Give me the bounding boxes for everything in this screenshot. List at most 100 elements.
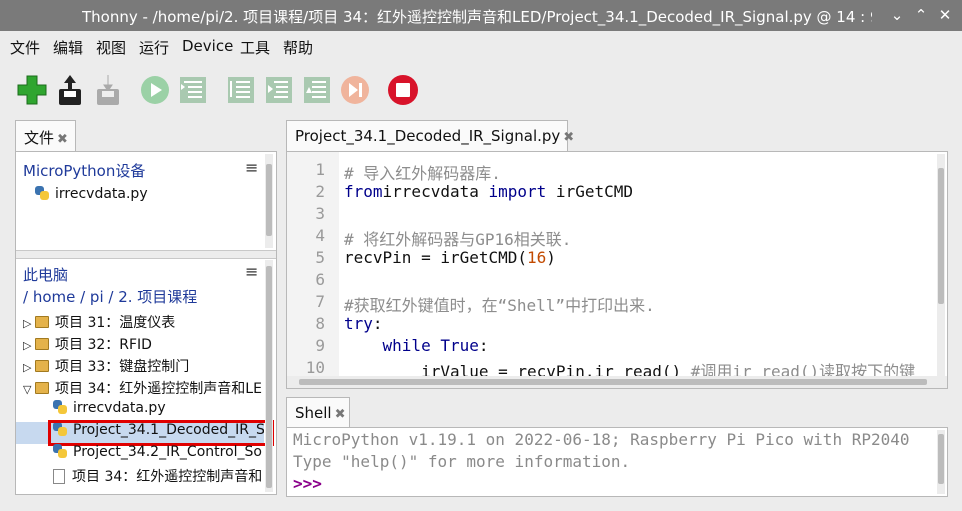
expand-icon[interactable]: ▷ [23,317,35,330]
expand-icon[interactable]: ▷ [23,339,35,352]
maximize-icon[interactable]: ⌃ [910,4,932,26]
tree-item-label: 项目 32：RFID [55,337,152,353]
tree-folder-item[interactable]: ▷ 项目 31：温度仪表 [23,312,263,334]
local-scrollbar[interactable] [265,260,273,492]
code-line[interactable]: try: [344,314,383,333]
code-token: from [344,182,383,201]
line-number: 2 [315,182,325,201]
tab-editor-file[interactable]: Project_34.1_Decoded_IR_Signal.py ✖ [286,120,574,151]
debug-icon[interactable] [176,73,210,107]
micropython-device-title: MicroPython设备 [23,162,146,180]
tree-item-label: 项目 31：温度仪表 [55,315,176,331]
folder-icon [35,360,49,372]
line-number: 8 [315,314,325,333]
tree-folder-item[interactable]: ▷ 项目 32：RFID [23,334,263,356]
editor-tab-label: Project_34.1_Decoded_IR_Signal.py [295,127,561,145]
code-token: # 将红外解码器与GP16相关联. [344,230,572,249]
line-number: 6 [315,270,325,289]
scrollbar-thumb[interactable] [938,434,944,484]
python-file-icon [53,400,67,414]
tree-item-label: 项目 33：键盘控制门 [55,359,190,375]
scrollbar-thumb[interactable] [266,266,272,488]
code-line[interactable]: fromirrecvdata import irGetCMD [344,182,633,201]
scrollbar-thumb[interactable] [299,379,927,385]
device-scrollbar[interactable] [265,154,273,248]
menu-file[interactable]: 文件 [10,37,40,58]
line-number: 4 [315,226,325,245]
code-token: : [478,336,489,355]
menu-edit[interactable]: 编辑 [53,37,83,58]
menu-tools[interactable]: 工具 [240,37,270,58]
code-token: : [372,314,383,333]
step-into-icon[interactable] [262,73,296,107]
tree-folder-item[interactable]: ▽ 项目 34：红外遥控控制声音和LED [23,378,263,400]
code-token: try [344,314,373,333]
shell-scrollbar[interactable] [937,430,945,494]
folder-icon [35,382,49,394]
tree-file-item[interactable]: irrecvdata.py [53,400,263,422]
tab-files[interactable]: 文件 ✖ [15,120,76,151]
code-token: irrecvdata [382,182,489,201]
save-file-icon[interactable] [91,73,125,107]
code-token: irGetCMD [546,182,633,201]
shell-console[interactable]: MicroPython v1.19.1 on 2022-06-18; Raspb… [286,427,948,497]
run-icon[interactable] [138,73,172,107]
menu-run[interactable]: 运行 [139,37,169,58]
breadcrumb[interactable]: / home / pi / 2. 项目课程 [23,286,197,307]
device-file-label: irrecvdata.py [55,186,148,202]
close-icon[interactable]: ✕ [934,4,956,26]
code-line[interactable]: while True: [344,336,489,355]
device-file-item[interactable]: irrecvdata.py [35,186,148,208]
close-tab-icon[interactable]: ✖ [57,132,68,147]
line-number: 5 [315,248,325,267]
code-editor[interactable]: 1 # 导入红外解码器库. 2 fromirrecvdata import irGet… [286,151,948,389]
scrollbar-thumb[interactable] [938,168,944,304]
menu-device[interactable]: Device [182,37,233,55]
editor-hscrollbar[interactable] [287,376,947,388]
pane-divider[interactable] [16,250,276,259]
close-tab-icon[interactable]: ✖ [563,130,574,145]
code-token: recvPin = irGetCMD( [344,248,528,267]
line-number: 3 [315,204,325,223]
new-file-icon[interactable] [15,73,49,107]
menu-bar: 文件 编辑 视图 运行 Device 工具 帮助 [0,31,962,61]
tree-file-item[interactable]: 项目 34：红外遥控控制声音和LED [53,466,263,488]
code-token: # 导入红外解码器库. [344,164,501,183]
python-file-icon [53,444,67,458]
code-line[interactable]: recvPin = irGetCMD(16) [344,248,556,267]
file-icon [53,469,65,484]
menu-help[interactable]: 帮助 [283,37,313,58]
code-token: True [430,336,479,355]
tab-shell[interactable]: Shell ✖ [286,397,350,428]
tree-file-item[interactable]: Project_34.2_IR_Control_Sound_and_LED.py [53,444,263,466]
tree-item-label: Project_34.2_IR_Control_Sound_and_LED.py [73,444,263,460]
tree-item-label: 项目 34：红外遥控控制声音和LED [72,469,263,485]
resume-icon[interactable] [338,73,372,107]
shell-output-line: MicroPython v1.19.1 on 2022-06-18; Raspb… [293,430,910,449]
tree-item-label: 项目 34：红外遥控控制声音和LED [55,381,263,397]
code-line[interactable]: # 导入红外解码器库. [344,160,501,184]
menu-view[interactable]: 视图 [96,37,126,58]
tree-folder-item[interactable]: ▷ 项目 33：键盘控制门 [23,356,263,378]
local-computer-title: 此电脑 [23,266,69,284]
editor-vscrollbar[interactable] [937,154,945,376]
scrollbar-thumb[interactable] [266,164,272,236]
expand-icon[interactable]: ▷ [23,361,35,374]
minimize-icon[interactable]: ⌄ [886,4,908,26]
code-line[interactable]: # 将红外解码器与GP16相关联. [344,226,571,250]
load-file-icon[interactable] [53,73,87,107]
tree-item-label: irrecvdata.py [73,400,166,416]
menu-hamburger-icon[interactable]: ≡ [245,158,258,177]
shell-prompt[interactable]: >>> [293,474,322,493]
code-token: ) [546,248,556,267]
collapse-icon[interactable]: ▽ [23,383,35,396]
code-line[interactable]: #获取红外键值时，在“Shell”中打印出来. [344,292,655,316]
step-over-icon[interactable] [224,73,258,107]
close-tab-icon[interactable]: ✖ [335,407,346,422]
step-out-icon[interactable] [300,73,334,107]
menu-hamburger-icon[interactable]: ≡ [245,262,258,281]
title-bar: Thonny - /home/pi/2. 项目课程/项目 34：红外遥控控制声音… [0,0,962,31]
code-token: #获取红外键值时，在“Shell”中打印出来. [344,296,655,315]
code-token: while [382,336,431,355]
stop-icon[interactable] [386,73,420,107]
